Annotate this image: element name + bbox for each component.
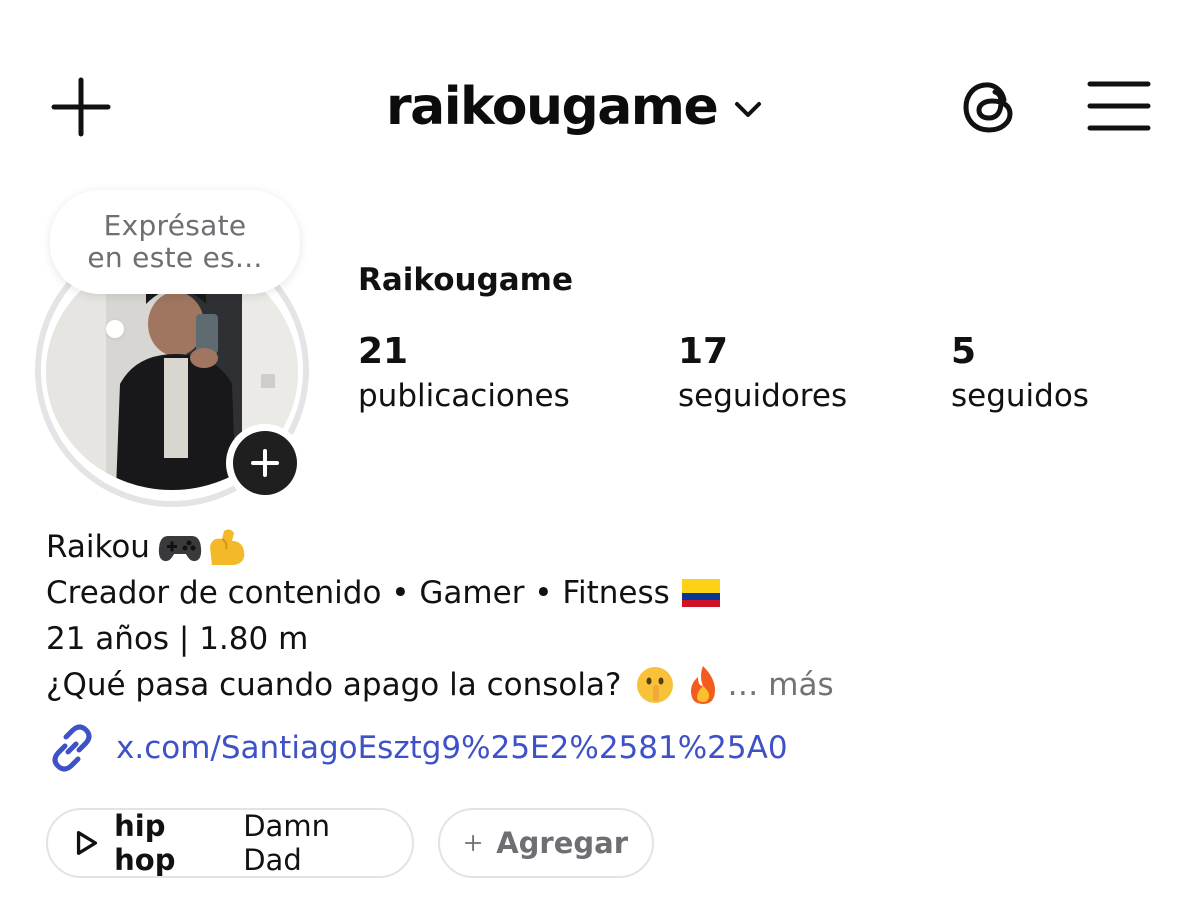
note-line-1: Exprésate (103, 209, 247, 242)
stat-count: 17 (678, 331, 729, 372)
bio-line-3: 21 años | 1.80 m (46, 616, 1166, 662)
plus-icon (251, 449, 279, 477)
bio-line-4: ¿Qué pasa cuando apago la consola? … más (46, 662, 1166, 708)
bio-link-text: x.com/SantiagoEsztg9%25E2%2581%25A0 (116, 730, 788, 766)
top-bar: raikougame (0, 0, 1200, 200)
plus-icon (51, 77, 111, 137)
chevron-down-icon (735, 102, 762, 117)
stat-posts[interactable]: 21 publicaciones (358, 330, 570, 418)
shushing-face-emoji-icon (637, 667, 674, 703)
stat-label: seguidores (678, 378, 848, 414)
display-name: Raikougame (358, 262, 574, 298)
play-icon (76, 831, 98, 855)
add-chip-button[interactable]: Agregar (438, 808, 654, 878)
stat-count: 5 (951, 331, 977, 372)
threads-icon (963, 82, 1013, 133)
bio-more-link[interactable]: … más (727, 662, 833, 708)
bio-name: Raikou (46, 529, 150, 565)
flexed-biceps-emoji-icon (209, 529, 245, 565)
stat-label: publicaciones (358, 378, 570, 414)
music-track: Damn Dad (243, 809, 330, 877)
hamburger-menu-icon (1087, 81, 1151, 131)
bio-name-line: Raikou (46, 524, 1166, 570)
bio-occupation: Creador de contenido • Gamer • Fitness (46, 575, 670, 611)
plus-icon (464, 834, 482, 852)
bio: Raikou Creador de contenido • Gamer • Fi… (46, 524, 1166, 708)
note-tail-dot (106, 320, 124, 338)
gamepad-emoji-icon (158, 536, 202, 562)
bio-age-height: 21 años | 1.80 m (46, 621, 309, 657)
new-post-button[interactable] (48, 74, 114, 140)
link-icon (52, 724, 92, 772)
add-story-button[interactable] (226, 424, 304, 502)
menu-button[interactable] (1086, 78, 1152, 134)
music-genre: hip hop (114, 809, 176, 877)
stat-following[interactable]: 5 seguidos (951, 330, 1089, 418)
fire-emoji-icon (691, 666, 716, 704)
music-chip[interactable]: hip hop Damn Dad (46, 808, 414, 878)
stat-label: seguidos (951, 378, 1089, 414)
note-bubble[interactable]: Exprésate en este es... (50, 190, 300, 294)
threads-button[interactable] (958, 74, 1024, 140)
account-switcher[interactable]: raikougame (386, 72, 765, 142)
colombia-flag-icon (681, 579, 720, 607)
add-chip-label: Agregar (496, 826, 628, 860)
bio-line-2: Creador de contenido • Gamer • Fitness (46, 570, 1166, 616)
bio-link[interactable]: x.com/SantiagoEsztg9%25E2%2581%25A0 (46, 722, 788, 774)
username-title: raikougame (386, 77, 719, 137)
stat-followers[interactable]: 17 seguidores (678, 330, 847, 418)
bio-question: ¿Qué pasa cuando apago la consola? (46, 667, 622, 703)
stat-count: 21 (358, 331, 409, 372)
note-line-2: en este es... (87, 241, 263, 274)
